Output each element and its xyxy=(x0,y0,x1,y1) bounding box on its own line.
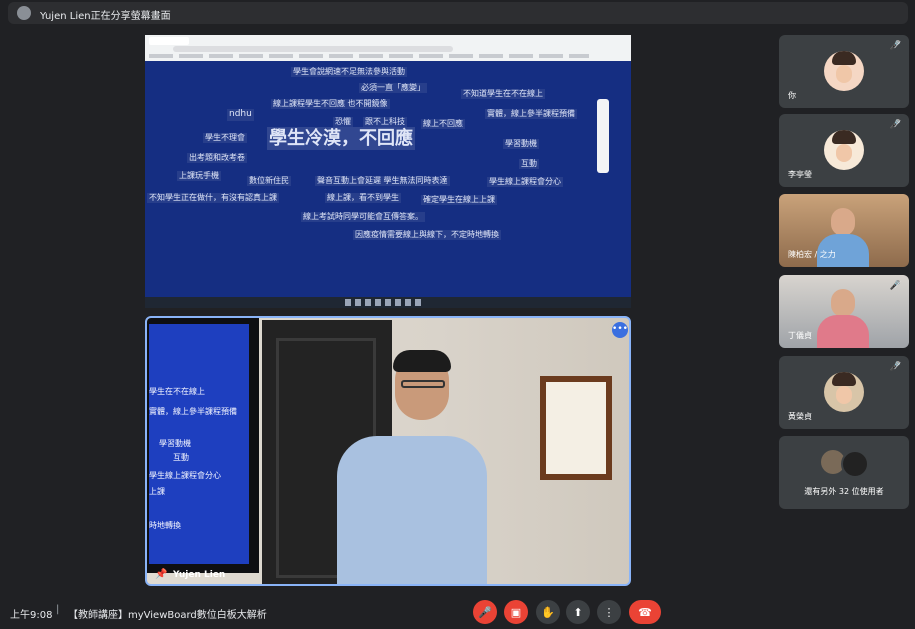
mic-muted-icon: 🎤̸ xyxy=(889,362,901,372)
participant-name: 你 xyxy=(788,91,796,100)
shared-browser-toolbar xyxy=(145,35,631,61)
mic-off-icon: 🎤 xyxy=(478,605,492,619)
participant-name: 丁儀貞 xyxy=(788,331,812,340)
participant-face xyxy=(831,208,855,236)
participant-body xyxy=(817,315,869,348)
word-cloud-item: 實體，線上參半課程預備 xyxy=(485,109,577,120)
word-cloud-item: 學生冷漠，不回應 xyxy=(267,127,415,151)
word-cloud-item: 數位新住民 xyxy=(247,176,291,187)
participant-tile[interactable]: 陳柏宏 / 之力 xyxy=(779,194,909,267)
word-cloud-item: 確定學生在線上上課 xyxy=(421,195,497,206)
participant-name: 黃榮貞 xyxy=(788,412,812,421)
presenter-hair xyxy=(393,350,451,372)
word-cloud-item: ndhu xyxy=(227,109,254,121)
browser-tab xyxy=(149,37,189,45)
presenter-avatar xyxy=(17,6,31,20)
mic-off-button[interactable]: 🎤 xyxy=(473,600,497,624)
presenting-banner: Yujen Lien正在分享螢幕畫面 xyxy=(8,2,908,24)
present-icon: ⬆ xyxy=(573,605,583,619)
more-options-button[interactable]: ⋮ xyxy=(597,600,621,624)
participant-name: 陳柏宏 / 之力 xyxy=(788,250,836,259)
participant-name: 李亭瑩 xyxy=(788,170,812,179)
participant-name: 還有另外 32 位使用者 xyxy=(804,487,884,496)
taskbar-icons xyxy=(345,299,425,306)
wall-certificate xyxy=(540,376,612,480)
word-cloud-item: 學生不理會 xyxy=(203,133,247,144)
word-cloud-item: 不知學生正在做什，有沒有認真上課 xyxy=(147,193,279,204)
word-cloud-item: 互動 xyxy=(519,159,539,170)
hand-icon: ✋ xyxy=(541,605,555,619)
word-cloud-item: 線上考試時同學可能會互傳答案。 xyxy=(301,212,425,223)
word-cloud-item: 線上課，看不到學生 xyxy=(325,193,401,204)
whiteboard-text: 學生在不在線上 xyxy=(149,387,205,396)
presenter-body xyxy=(337,436,487,584)
mic-muted-icon: 🎤̸ xyxy=(889,281,901,291)
presenter-video-tile[interactable]: 學生在不在線上 實體，線上參半課程預備 學習動機 互動 學生線上課程會分心 上課 時地轉換 … xyxy=(145,316,631,586)
camera-off-button[interactable]: ▣ xyxy=(504,600,528,624)
browser-bookmarks xyxy=(149,54,589,58)
whiteboard-text: 學習動機 xyxy=(159,439,191,448)
whiteboard-text: 上課 xyxy=(149,487,165,496)
participant-tile[interactable]: 🎤̸ 黃榮貞 xyxy=(779,356,909,429)
whiteboard-text: 互動 xyxy=(173,453,189,462)
participant-face xyxy=(831,289,855,317)
shared-screen[interactable]: 學生會說網速不足無法參與活動必須一直「應變」不知道學生在不在線上線上課程學生不回… xyxy=(145,35,631,308)
presenting-text: Yujen Lien正在分享螢幕畫面 xyxy=(40,11,171,22)
word-cloud-item: 出考題和改考卷 xyxy=(187,153,247,164)
word-cloud-item: 學習動機 xyxy=(503,139,539,150)
mic-muted-icon: 🎤̸ xyxy=(889,41,901,51)
raise-hand-button[interactable]: ✋ xyxy=(536,600,560,624)
footer-separator: | xyxy=(56,604,60,615)
word-cloud-item: 線上課程學生不回應 也不開鏡像 xyxy=(271,99,390,110)
word-cloud-item: 因應疫情需要線上與線下，不定時地轉換 xyxy=(353,230,501,241)
word-cloud-board: 學生會說網速不足無法參與活動必須一直「應變」不知道學生在不在線上線上課程學生不回… xyxy=(145,61,631,297)
whiteboard-text: 學生線上課程會分心 xyxy=(149,471,221,480)
participant-avatar xyxy=(824,372,864,412)
more-options-icon[interactable]: ••• xyxy=(612,322,628,338)
participant-tile[interactable]: 🎤̸ 丁儀貞 xyxy=(779,275,909,348)
meeting-title: 【教師講座】myViewBoard數位白板大解析 xyxy=(68,610,267,621)
hang-up-icon: ☎ xyxy=(638,605,652,619)
word-cloud-item: 學生會說網速不足無法參與活動 xyxy=(291,67,407,78)
participant-tile[interactable]: 還有另外 32 位使用者 xyxy=(779,436,909,509)
leave-call-button[interactable]: ☎ xyxy=(629,600,661,624)
board-toolbar xyxy=(597,99,609,173)
participant-tile[interactable]: 🎤̸ 你 xyxy=(779,35,909,108)
pin-icon[interactable]: 📌 xyxy=(155,569,167,580)
whiteboard-text: 實體，線上參半課程預備 xyxy=(149,407,237,416)
word-cloud-item: 跟不上科技 xyxy=(363,117,407,128)
camera-off-icon: ▣ xyxy=(510,605,522,619)
participant-name: Yujen Lien xyxy=(173,570,226,580)
participant-avatar xyxy=(824,130,864,170)
clock-time: 上午9:08 xyxy=(10,610,53,621)
participant-tile[interactable]: 🎤̸ 李亭瑩 xyxy=(779,114,909,187)
word-cloud-item: 上課玩手機 xyxy=(177,171,221,182)
participant-avatar xyxy=(824,51,864,91)
word-cloud-item: 必須一直「應變」 xyxy=(359,83,427,94)
browser-address-bar xyxy=(173,46,453,52)
word-cloud-item: 恐懼 xyxy=(333,117,353,128)
whiteboard-text: 時地轉換 xyxy=(149,521,181,530)
word-cloud-item: 線上不回應 xyxy=(421,119,465,130)
word-cloud-item: 聲音互動上會延遲 學生無法同時表達 xyxy=(315,176,450,187)
more-vert-icon: ⋮ xyxy=(603,605,615,619)
word-cloud-item: 學生線上課程會分心 xyxy=(487,177,563,188)
presenter-glasses xyxy=(401,380,445,388)
mic-muted-icon: 🎤̸ xyxy=(889,120,901,130)
present-button[interactable]: ⬆ xyxy=(566,600,590,624)
word-cloud-item: 不知道學生在不在線上 xyxy=(461,89,545,100)
overflow-avatars xyxy=(821,450,869,478)
shared-taskbar xyxy=(145,297,631,308)
whiteboard-display: 學生在不在線上實體，線上參半課程預備學習動機互動學生線上課程會分心 上課時地轉換 xyxy=(147,318,259,573)
